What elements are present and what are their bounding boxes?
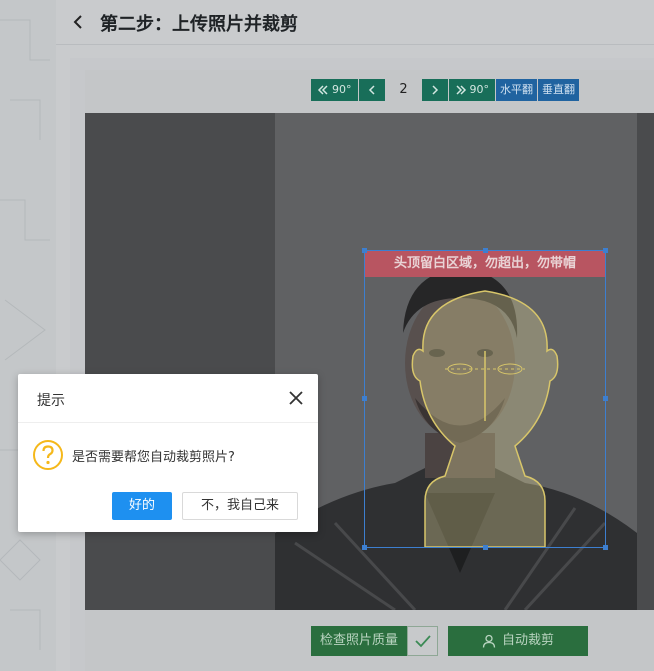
close-icon[interactable]	[286, 388, 306, 408]
dialog-message: 是否需要帮您自动裁剪照片?	[72, 450, 235, 465]
bottom-action-bar: 检查照片质量 自动裁剪	[311, 626, 589, 656]
rotate-right-label: 90°	[469, 83, 490, 96]
auto-crop-label: 自动裁剪	[502, 633, 555, 648]
crop-handle-bottom-left[interactable]	[362, 545, 367, 550]
quality-check-status	[407, 626, 439, 656]
question-icon	[33, 440, 63, 470]
auto-crop-prompt-dialog: 提示 是否需要帮您自动裁剪照片? 好的 不，我自己来	[18, 374, 318, 532]
crop-selection-box[interactable]: 头顶留白区域，勿超出，勿带帽	[362, 248, 608, 550]
dialog-title: 提示	[37, 393, 65, 409]
double-chevron-left-icon	[317, 85, 328, 95]
rotate-left-button[interactable]: 90°	[311, 79, 358, 101]
left-decorative-strip	[0, 0, 56, 671]
page-number: 2	[389, 79, 418, 101]
rotate-left-label: 90°	[332, 83, 352, 96]
crop-handle-top-right[interactable]	[603, 248, 608, 253]
checkmark-icon	[414, 635, 431, 648]
crop-handle-right[interactable]	[603, 396, 608, 401]
crop-handle-bottom-right[interactable]	[603, 545, 608, 550]
user-icon	[482, 634, 496, 648]
crop-handle-bottom[interactable]	[483, 545, 488, 550]
rotate-right-button[interactable]: 90°	[448, 79, 495, 101]
face-outline-overlay	[411, 290, 559, 547]
previous-button[interactable]	[358, 79, 385, 101]
image-toolbar: 90° 2 90° 水平翻 垂直翻	[311, 79, 580, 101]
crop-handle-left[interactable]	[362, 396, 367, 401]
crop-top-banner: 头顶留白区域，勿超出，勿带帽	[365, 251, 605, 277]
back-arrow-icon[interactable]	[68, 10, 88, 34]
crop-handle-top-left[interactable]	[362, 248, 367, 253]
auto-crop-button[interactable]: 自动裁剪	[448, 626, 589, 656]
check-quality-button[interactable]: 检查照片质量	[311, 626, 408, 656]
crop-handle-top[interactable]	[483, 248, 488, 253]
decorative-pattern	[0, 19, 50, 650]
flip-horizontal-button[interactable]: 水平翻	[496, 79, 537, 101]
double-chevron-right-icon	[455, 85, 466, 95]
next-button[interactable]	[421, 79, 448, 101]
page-title: 第二步：上传照片并裁剪	[100, 14, 298, 35]
page-header: 第二步：上传照片并裁剪	[56, 0, 654, 45]
flip-vertical-button[interactable]: 垂直翻	[538, 79, 579, 101]
chevron-right-icon	[431, 85, 438, 95]
chevron-left-icon	[368, 85, 375, 95]
manual-crop-button[interactable]: 不，我自己来	[182, 492, 298, 520]
dialog-divider	[18, 422, 318, 423]
ok-button[interactable]: 好的	[112, 492, 172, 520]
